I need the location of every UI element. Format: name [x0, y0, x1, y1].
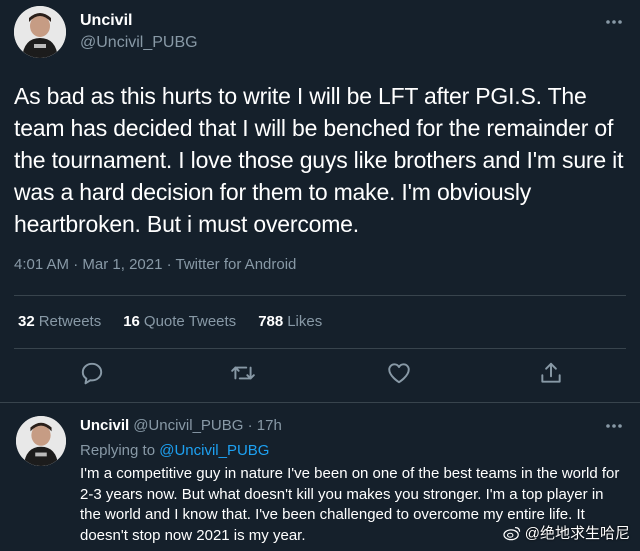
weibo-icon [503, 526, 520, 540]
display-name[interactable]: Uncivil [80, 12, 132, 30]
replying-label: Replying to [80, 442, 160, 459]
meta-separator: · [69, 256, 83, 273]
avatar[interactable] [16, 416, 66, 466]
likes-stat[interactable]: 788 Likes [258, 313, 322, 330]
quotes-label: Quote Tweets [143, 313, 237, 330]
main-tweet: Uncivil @Uncivil_PUBG As bad as this hur… [0, 0, 640, 403]
divider [14, 348, 626, 349]
share-icon[interactable] [538, 360, 564, 386]
quotes-stat[interactable]: 16 Quote Tweets [123, 313, 236, 330]
avatar[interactable] [14, 6, 66, 58]
reply-age[interactable]: 17h [257, 417, 282, 434]
divider [14, 295, 626, 296]
heart-icon[interactable] [386, 360, 412, 386]
more-horizontal-icon[interactable] [604, 12, 624, 32]
watermark: @绝地求生哈尼 [503, 522, 630, 543]
quotes-count: 16 [123, 313, 140, 330]
tweet-time[interactable]: 4:01 AM [14, 256, 69, 273]
replying-to: Replying to @Uncivil_PUBG [80, 442, 269, 459]
tweet-source[interactable]: Twitter for Android [176, 256, 297, 273]
retweets-label: Retweets [38, 313, 102, 330]
tweet-meta: 4:01 AM · Mar 1, 2021 · Twitter for Andr… [14, 256, 296, 273]
tweet-date[interactable]: Mar 1, 2021 [82, 256, 162, 273]
user-handle[interactable]: @Uncivil_PUBG [80, 34, 198, 52]
reply-handle[interactable]: @Uncivil_PUBG [133, 417, 243, 434]
likes-count: 788 [258, 313, 284, 330]
replying-to-link[interactable]: @Uncivil_PUBG [159, 442, 269, 459]
retweet-icon[interactable] [230, 360, 256, 386]
watermark-text: @绝地求生哈尼 [524, 525, 630, 542]
tweet-stats: 32 Retweets 16 Quote Tweets 788 Likes [18, 313, 322, 330]
reply-display-name[interactable]: Uncivil [80, 417, 129, 434]
retweets-stat[interactable]: 32 Retweets [18, 313, 101, 330]
more-horizontal-icon[interactable] [604, 416, 624, 436]
tweet-actions [0, 360, 640, 390]
retweets-count: 32 [18, 313, 35, 330]
reply-icon[interactable] [79, 360, 105, 386]
meta-separator: · [162, 256, 176, 273]
reply-separator: · [243, 417, 257, 434]
tweet-text: As bad as this hurts to write I will be … [14, 83, 624, 237]
reply-header: Uncivil @Uncivil_PUBG · 17h [80, 417, 282, 434]
likes-label: Likes [287, 313, 323, 330]
